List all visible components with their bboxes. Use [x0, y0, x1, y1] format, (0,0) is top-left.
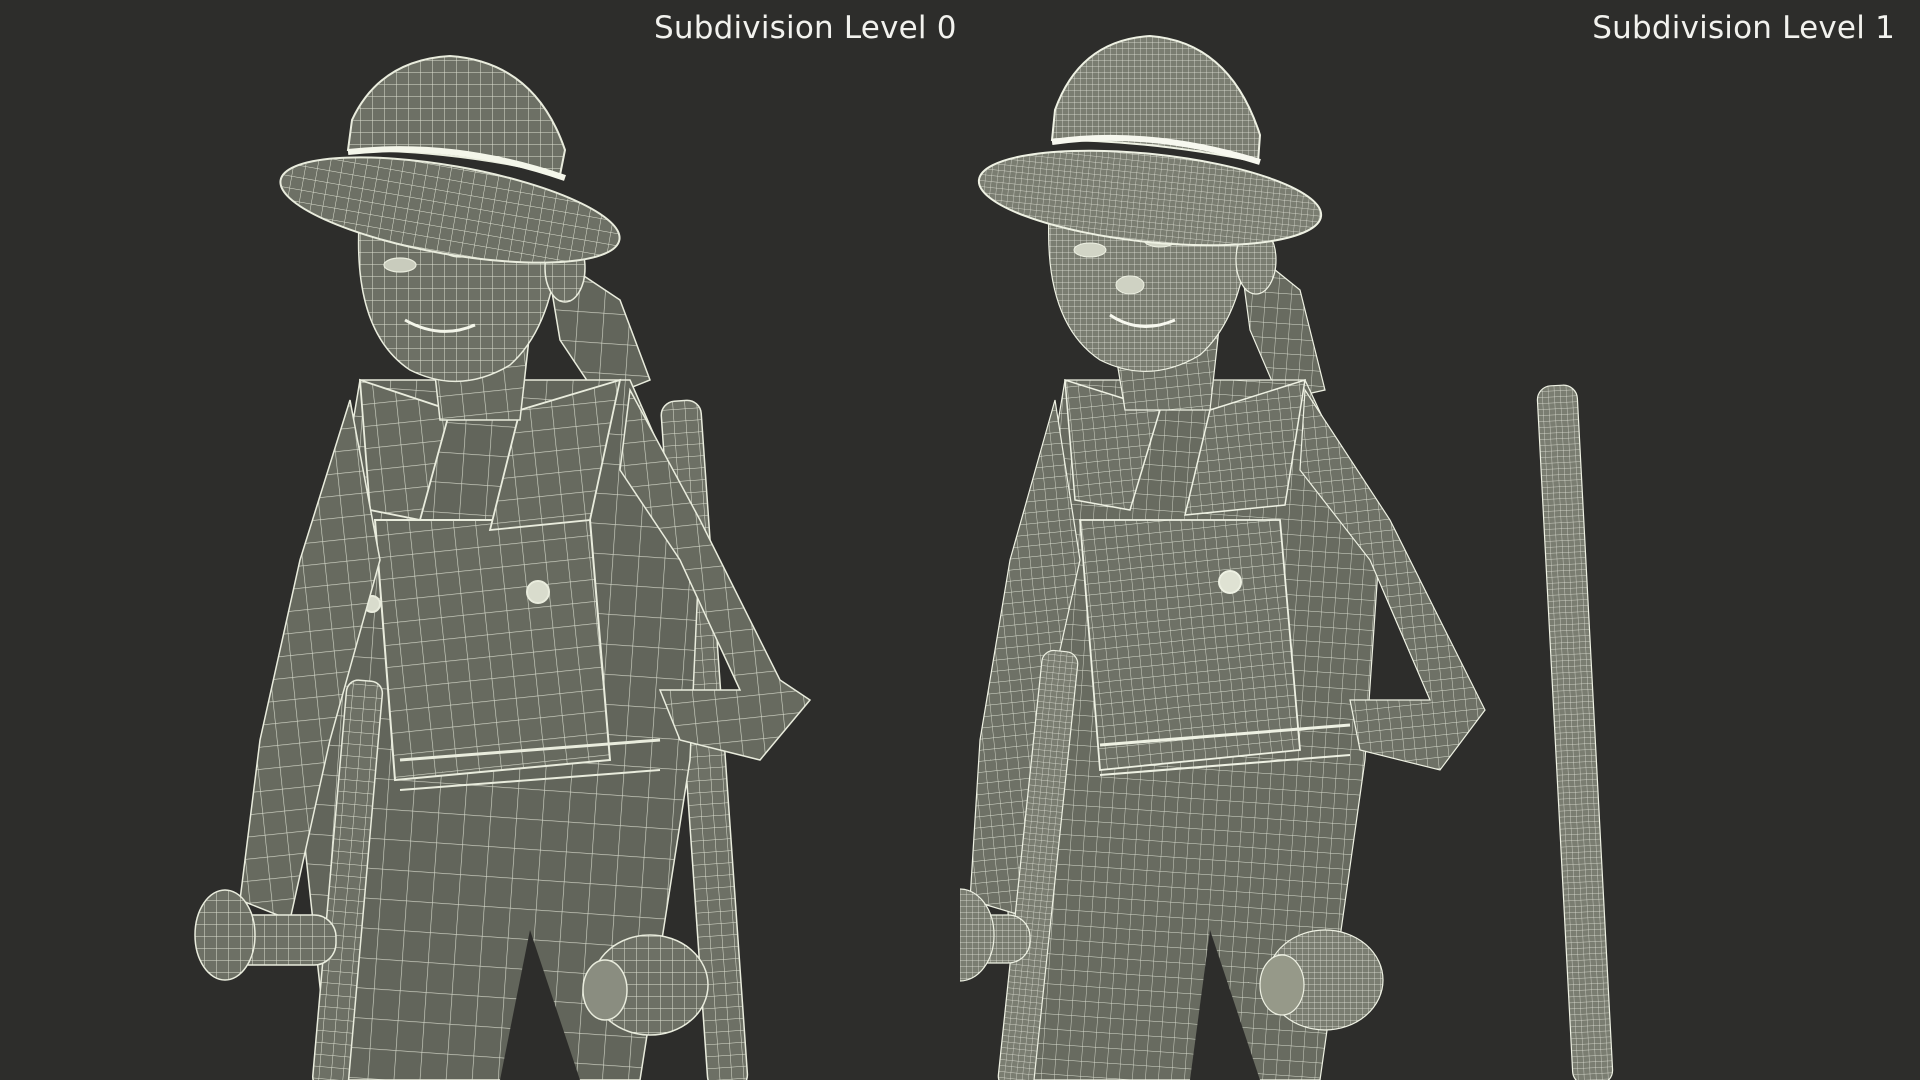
wireframe-figure-level-1 — [960, 0, 1920, 1080]
child-wireframe-icon — [194, 54, 812, 1080]
bucket-hat-icon — [279, 54, 621, 264]
back-crutch-dense-icon — [1536, 384, 1614, 1080]
bucket-hat-dense-icon — [977, 34, 1323, 247]
viewport: Subdivision Level 0 Subdivision Level 1 — [0, 0, 1920, 1080]
child-wireframe-dense-icon — [960, 34, 1614, 1080]
wireframe-figure-level-0 — [0, 0, 960, 1080]
